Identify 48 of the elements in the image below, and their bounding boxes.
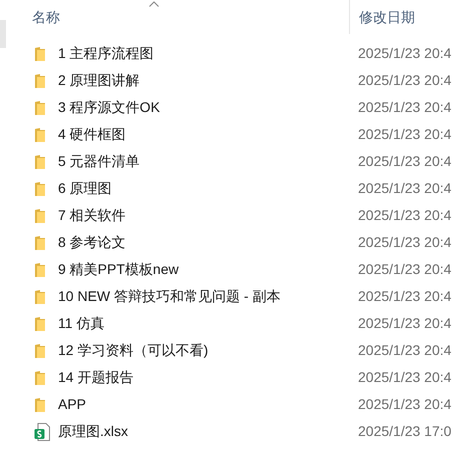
folder-icon [34, 370, 46, 386]
folder-icon [34, 316, 46, 332]
modified-date: 2025/1/23 20:4 [358, 395, 452, 414]
file-name[interactable]: 3 程序源文件OK [58, 97, 358, 118]
file-name[interactable]: 原理图.xlsx [58, 421, 358, 442]
folder-icon [34, 100, 46, 116]
folder-icon [34, 72, 46, 88]
column-header[interactable]: 修改日期 [349, 0, 467, 34]
folder-icon [34, 126, 46, 142]
file-name[interactable]: 11 仿真 [58, 313, 358, 334]
modified-date: 2025/1/23 20:4 [358, 71, 452, 90]
file-name[interactable]: 1 主程序流程图 [58, 43, 358, 64]
folder-icon [34, 288, 46, 304]
modified-date: 2025/1/23 20:4 [358, 233, 452, 252]
folder-icon [34, 154, 46, 170]
file-name[interactable]: 14 开题报告 [58, 367, 358, 388]
file-name[interactable]: APP [58, 394, 358, 415]
modified-date: 2025/1/23 20:4 [358, 152, 452, 171]
folder-icon [34, 342, 46, 358]
pane-edge [0, 20, 6, 48]
file-name[interactable]: 5 元器件清单 [58, 151, 358, 172]
file-name[interactable]: 12 学习资料（可以不看) [58, 340, 358, 361]
modified-date: 2025/1/23 20:4 [358, 98, 452, 117]
modified-date: 2025/1/23 20:4 [358, 341, 452, 360]
file-name[interactable]: 4 硬件框图 [58, 124, 358, 145]
modified-date: 2025/1/23 20:4 [358, 179, 452, 198]
folder-icon [34, 396, 46, 412]
modified-date: 2025/1/23 20:4 [358, 287, 452, 306]
modified-date: 2025/1/23 20:4 [358, 314, 452, 333]
modified-date: 2025/1/23 20:4 [358, 368, 452, 387]
modified-date: 2025/1/23 20:4 [358, 44, 452, 63]
column-header[interactable]: 名称 [0, 0, 349, 34]
spreadsheet-icon [34, 422, 50, 440]
file-name[interactable]: 10 NEW 答辩技巧和常见问题 - 副本 [58, 286, 358, 307]
modified-date: 2025/1/23 20:4 [358, 260, 452, 279]
file-name[interactable]: 9 精美PPT模板new [58, 259, 358, 280]
file-name[interactable]: 6 原理图 [58, 178, 358, 199]
file-name[interactable]: 2 原理图讲解 [58, 70, 358, 91]
file-name[interactable]: 8 参考论文 [58, 232, 358, 253]
modified-date: 2025/1/23 20:4 [358, 125, 452, 144]
folder-icon [34, 234, 46, 250]
file-name[interactable]: 7 相关软件 [58, 205, 358, 226]
folder-icon [34, 46, 46, 62]
folder-icon [34, 208, 46, 224]
folder-icon [34, 180, 46, 196]
modified-date: 2025/1/23 17:0 [358, 422, 452, 441]
folder-icon [34, 262, 46, 278]
modified-date: 2025/1/23 20:4 [358, 206, 452, 225]
